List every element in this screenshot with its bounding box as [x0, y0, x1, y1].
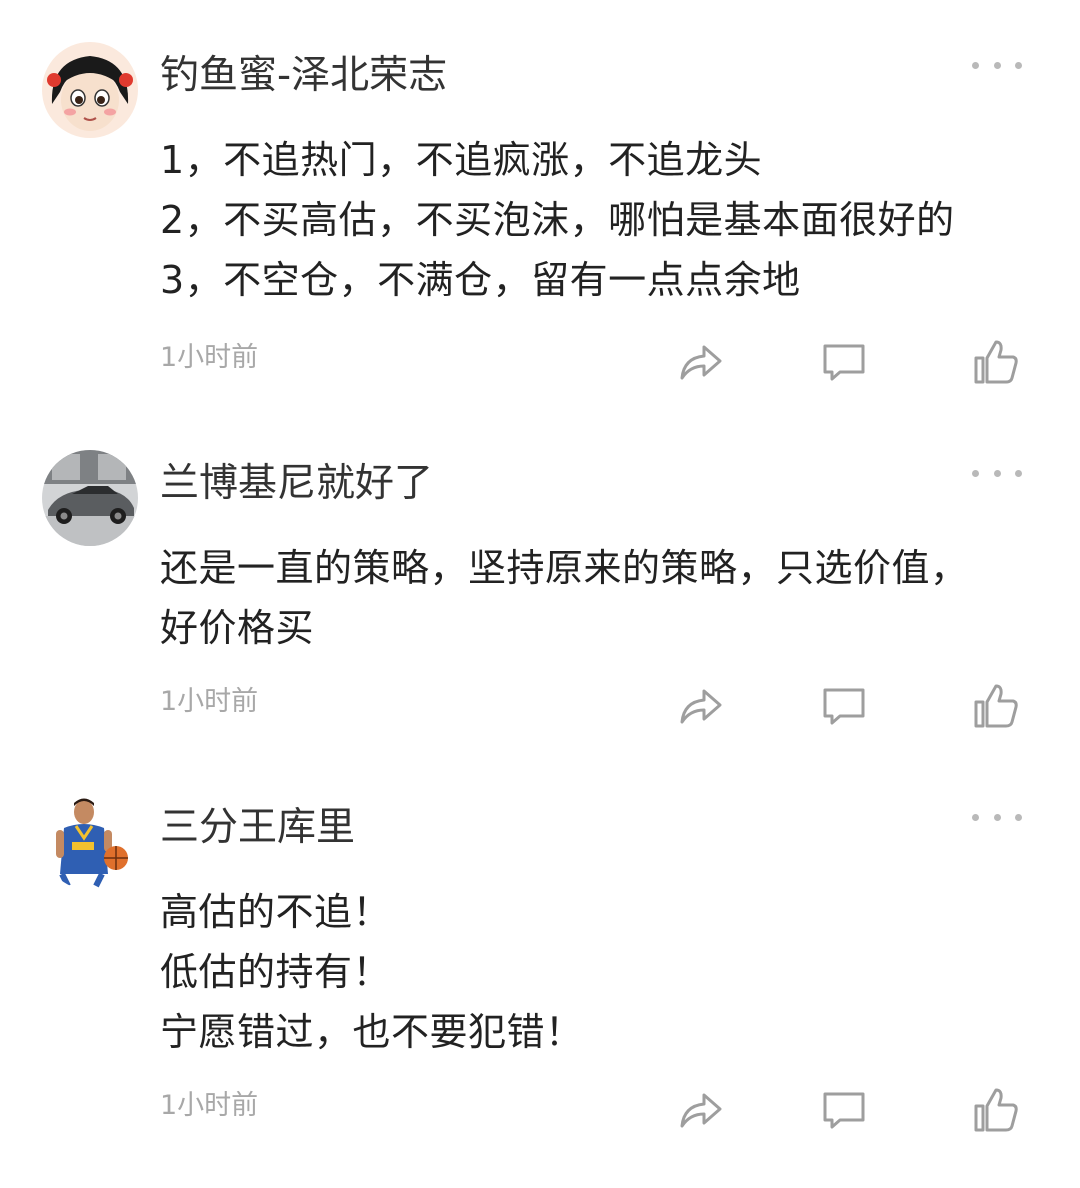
username[interactable]: 三分王库里 [160, 804, 355, 852]
comment-line: 还是一直的策略，坚持原来的策略，只选价值， [160, 546, 969, 590]
comment-line: 1，不追热门，不追疯涨，不追龙头 [160, 138, 763, 182]
more-dots-icon[interactable] [972, 50, 1022, 80]
comment-footer: 1小时前 [0, 682, 1080, 732]
timestamp: 1小时前 [160, 342, 259, 373]
comment-text: 1，不追热门，不追疯涨，不追龙头 2，不买高估，不买泡沫，哪怕是基本面很好的 3… [160, 130, 1040, 310]
comment-bubble-icon[interactable] [820, 1086, 868, 1134]
comment-footer: 1小时前 [0, 338, 1080, 388]
comment-bubble-icon[interactable] [820, 682, 868, 730]
thumbs-up-icon[interactable] [972, 1086, 1020, 1134]
avatar[interactable] [42, 42, 138, 138]
comment-line: 3，不空仓，不满仓，留有一点点余地 [160, 258, 801, 302]
timestamp: 1小时前 [160, 1090, 259, 1121]
comment-line: 高估的不追！ [160, 890, 392, 934]
comment-line: 2，不买高估，不买泡沫，哪怕是基本面很好的 [160, 198, 955, 242]
timestamp: 1小时前 [160, 686, 259, 717]
more-dots-icon[interactable] [972, 802, 1022, 832]
thumbs-up-icon[interactable] [972, 682, 1020, 730]
comment-text: 还是一直的策略，坚持原来的策略，只选价值， 好价格买 [160, 538, 1040, 658]
comment-text: 高估的不追！ 低估的持有！ 宁愿错过，也不要犯错！ [160, 882, 1040, 1062]
share-icon[interactable] [676, 1086, 724, 1134]
avatar[interactable] [42, 794, 138, 890]
share-icon[interactable] [676, 338, 724, 386]
comment-line: 低估的持有！ [160, 950, 392, 994]
username[interactable]: 钓鱼蜜-泽北荣志 [160, 52, 447, 100]
cartoon-girl-avatar [42, 42, 138, 138]
comment-bubble-icon[interactable] [820, 338, 868, 386]
comment-line: 宁愿错过，也不要犯错！ [160, 1010, 584, 1054]
comment-line: 好价格买 [160, 606, 315, 650]
thumbs-up-icon[interactable] [972, 338, 1020, 386]
sports-car-avatar [42, 450, 138, 546]
share-icon[interactable] [676, 682, 724, 730]
avatar[interactable] [42, 450, 138, 546]
basketball-player-avatar [42, 794, 138, 890]
comment-footer: 1小时前 [0, 1086, 1080, 1136]
more-dots-icon[interactable] [972, 458, 1022, 488]
username[interactable]: 兰博基尼就好了 [160, 460, 433, 508]
